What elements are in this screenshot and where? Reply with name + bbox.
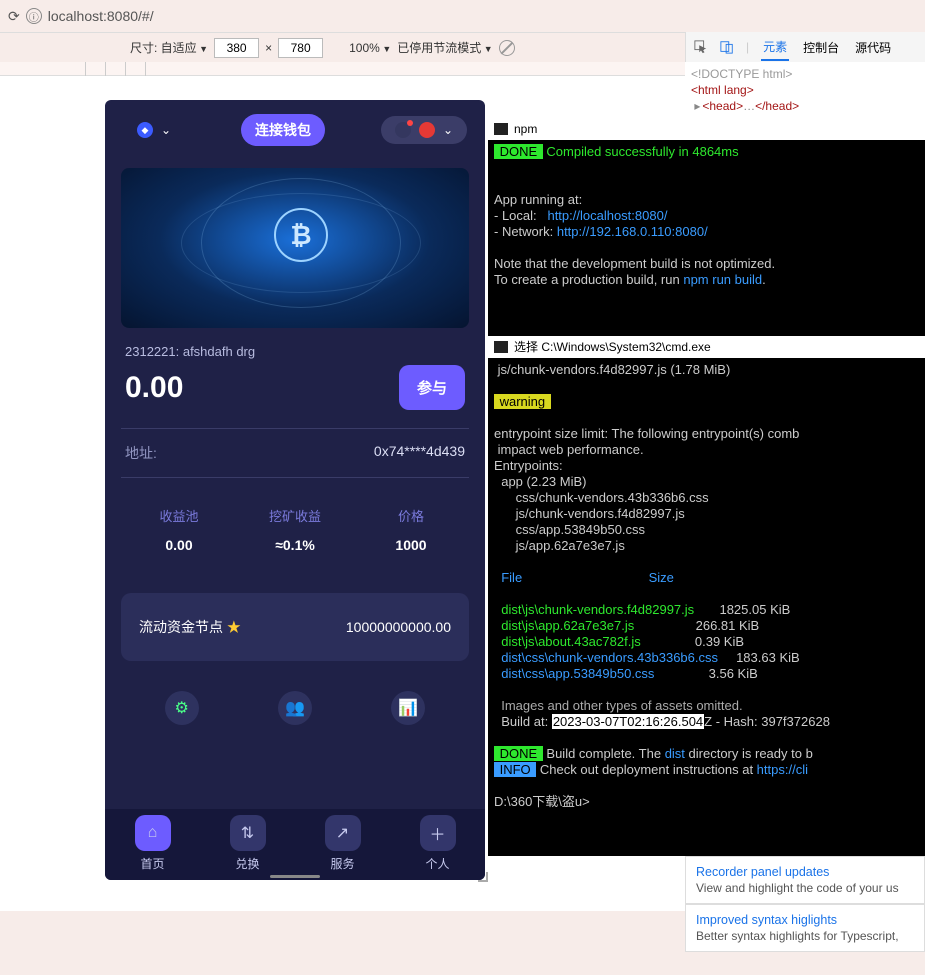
devtools-dom-tree[interactable]: <!DOCTYPE html> <html lang> ▸<head>…</he…: [685, 62, 925, 118]
action-gear-button[interactable]: ⚙: [165, 691, 199, 725]
flag-cn-icon: [419, 122, 435, 138]
pool-id-line: 2312221: afshdafh drg: [105, 336, 485, 359]
stats-row: 收益池 0.00 挖矿收益 ≈0.1% 价格 1000: [121, 494, 469, 573]
stat-mining-label: 挖矿收益: [237, 506, 353, 525]
terminal-cmd: 选择 C:\Windows\System32\cmd.exe js/chunk-…: [488, 336, 925, 856]
stat-pool-value: 0.00: [121, 537, 237, 553]
device-rotate-icon[interactable]: [499, 40, 515, 56]
dim-x: ×: [265, 41, 272, 55]
app-topbar: ◆ ⌄ 连接钱包 ⌄: [105, 100, 485, 160]
device-size-dropdown[interactable]: 尺寸: 自适应: [130, 39, 208, 56]
chat-icon: [395, 122, 411, 138]
users-icon: 👥: [285, 698, 305, 718]
nav-home[interactable]: ⌂首页: [105, 815, 200, 872]
plus-icon: ＋: [420, 815, 456, 851]
stat-price-label: 价格: [353, 506, 469, 525]
site-info-icon[interactable]: ⓘ: [26, 8, 42, 24]
resize-handle[interactable]: [478, 872, 490, 884]
terminal-body[interactable]: DONE Compiled successfully in 4864ms App…: [488, 140, 925, 292]
nav-swap[interactable]: ⇅兑换: [200, 815, 295, 872]
card-subtitle: View and highlight the code of your us: [696, 881, 914, 895]
stat-mining-value: ≈0.1%: [237, 537, 353, 553]
hero-banner: ₿: [121, 168, 469, 328]
stat-price-value: 1000: [353, 537, 469, 553]
reload-icon[interactable]: ⟳: [8, 8, 20, 25]
stat-pool-label: 收益池: [121, 506, 237, 525]
liquidity-value: 10000000000.00: [346, 619, 451, 635]
mobile-device-frame: ◆ ⌄ 连接钱包 ⌄ ₿ 2312221: afshdafh drg 0.00 …: [105, 100, 485, 880]
device-width-input[interactable]: [214, 38, 259, 58]
balance-value: 0.00: [125, 371, 183, 405]
ruler: [0, 62, 685, 76]
cmd-icon: [494, 123, 508, 135]
service-icon: ↗: [325, 815, 361, 851]
chain-selector[interactable]: ◆ ⌄: [123, 116, 185, 144]
terminal-body[interactable]: js/chunk-vendors.f4d82997.js (1.78 MiB) …: [488, 358, 925, 814]
zoom-dropdown[interactable]: 100%: [349, 41, 391, 55]
gear-icon: ⚙: [174, 698, 188, 718]
star-icon: ★: [227, 619, 241, 635]
liquidity-card[interactable]: 流动资金节点 ★ 10000000000.00: [121, 593, 469, 661]
nav-service[interactable]: ↗服务: [295, 815, 390, 872]
tab-console[interactable]: 控制台: [801, 35, 841, 60]
address-bar: ⟳ ⓘ localhost:8080/#/: [0, 0, 925, 32]
cmd-icon: [494, 341, 508, 353]
address-label: 地址:: [125, 443, 157, 463]
info-card[interactable]: Recorder panel updates View and highligh…: [685, 856, 925, 904]
home-icon: ⌂: [135, 815, 171, 851]
card-title-link[interactable]: Recorder panel updates: [696, 865, 829, 879]
swap-icon: ⇅: [230, 815, 266, 851]
quick-actions-row: ⚙ 👥 📊: [105, 661, 485, 737]
card-title-link[interactable]: Improved syntax higlights: [696, 913, 837, 927]
info-card[interactable]: Improved syntax higlights Better syntax …: [685, 904, 925, 952]
action-users-button[interactable]: 👥: [278, 691, 312, 725]
tab-elements[interactable]: 元素: [761, 34, 789, 61]
chevron-down-icon: ⌄: [161, 123, 171, 137]
terminal-titlebar[interactable]: npm: [488, 118, 925, 140]
device-height-input[interactable]: [278, 38, 323, 58]
drag-handle-icon: [270, 875, 320, 878]
card-subtitle: Better syntax highlights for Typescript,: [696, 929, 914, 943]
terminal-titlebar[interactable]: 选择 C:\Windows\System32\cmd.exe: [488, 336, 925, 358]
address-card: 地址: 0x74****4d439: [121, 428, 469, 478]
chart-icon: 📊: [398, 698, 418, 718]
eth-icon: ◆: [137, 122, 153, 138]
liquidity-label: 流动资金节点: [139, 619, 223, 635]
tab-sources[interactable]: 源代码: [853, 35, 893, 60]
action-chart-button[interactable]: 📊: [391, 691, 425, 725]
terminal-npm: npm DONE Compiled successfully in 4864ms…: [488, 118, 925, 336]
devtools-panel-tabs: | 元素 控制台 源代码: [685, 32, 925, 62]
connect-wallet-button[interactable]: 连接钱包: [241, 114, 325, 146]
bottom-nav: ⌂首页 ⇅兑换 ↗服务 ＋个人: [105, 809, 485, 880]
throttle-dropdown[interactable]: 已停用节流模式: [397, 39, 492, 56]
bitcoin-icon: ₿: [274, 208, 328, 262]
inspect-icon[interactable]: [694, 40, 708, 54]
join-button[interactable]: 参与: [399, 365, 465, 410]
address-value: 0x74****4d439: [374, 443, 465, 463]
chevron-down-icon: ⌄: [443, 123, 453, 137]
device-toggle-icon[interactable]: [720, 40, 734, 54]
src-doctype: <!DOCTYPE html>: [691, 66, 919, 82]
url-text[interactable]: localhost:8080/#/: [48, 8, 154, 24]
whatsnew-panel: Recorder panel updates View and highligh…: [685, 856, 925, 952]
language-selector[interactable]: ⌄: [381, 116, 467, 144]
nav-personal[interactable]: ＋个人: [390, 815, 485, 872]
